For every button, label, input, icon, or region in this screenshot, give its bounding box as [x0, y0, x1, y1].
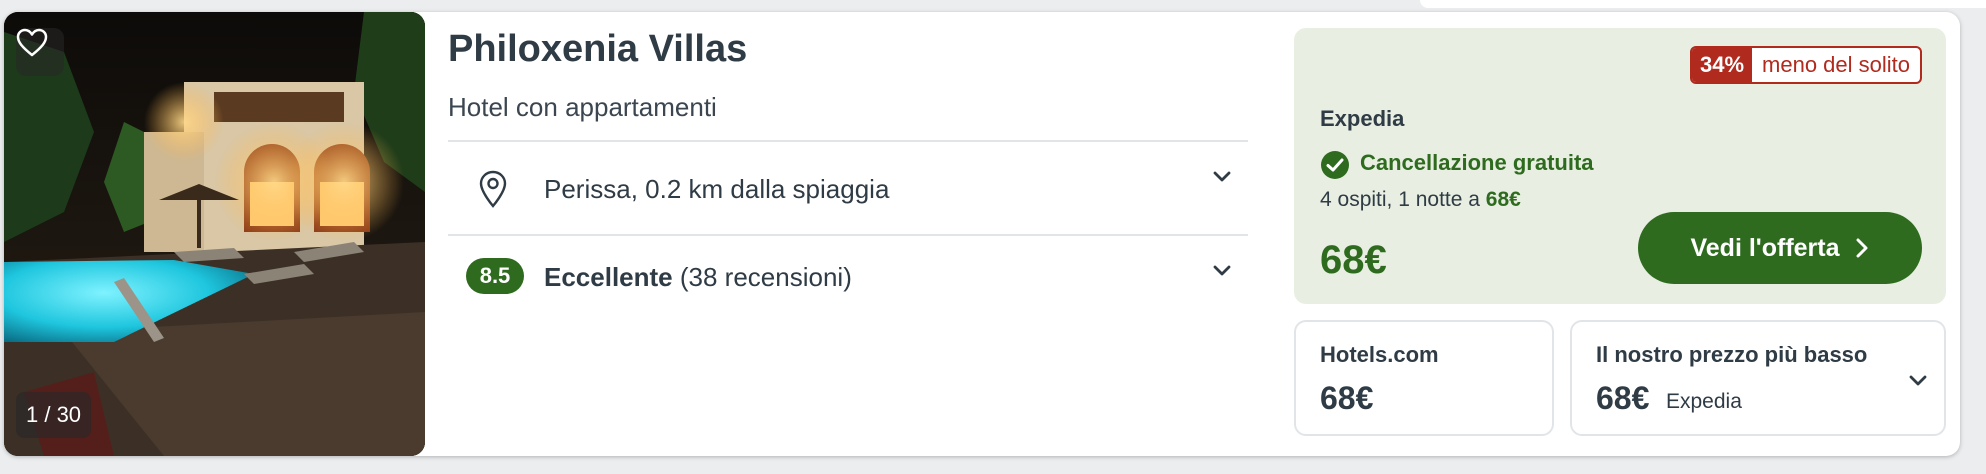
guests-text: 4 ospiti, 1 notte a [1320, 188, 1480, 211]
location-text: Perissa, 0.2 km dalla spiaggia [544, 174, 890, 204]
offer-price: 68€ [1320, 238, 1387, 282]
location-pin-icon [479, 170, 507, 208]
favorite-button[interactable] [16, 28, 64, 76]
top-strip [1420, 0, 1986, 8]
view-offer-label: Vedi l'offerta [1690, 233, 1840, 262]
hotel-type: Hotel con appartamenti [448, 92, 717, 122]
alt-title: Il nostro prezzo più basso [1596, 342, 1868, 367]
alt-price: 68€ [1596, 380, 1650, 416]
location-row[interactable]: Perissa, 0.2 km dalla spiaggia [448, 140, 1248, 234]
deal-percent: 34% [1691, 48, 1753, 82]
rating-badge: 8.5 [466, 258, 524, 294]
chevron-down-icon[interactable] [1210, 258, 1234, 282]
free-cancellation: Cancellazione gratuita [1360, 150, 1594, 175]
alt-offer-hotels-com[interactable]: Hotels.com 68€ [1294, 320, 1554, 436]
view-offer-button[interactable]: Vedi l'offerta [1638, 212, 1922, 284]
rating-label: Eccellente [544, 262, 673, 292]
deal-text: meno del solito [1762, 52, 1910, 77]
check-circle-icon [1321, 151, 1349, 179]
alt-provider: Expedia [1666, 390, 1742, 413]
reviews-count: (38 recensioni) [679, 262, 852, 292]
chevron-down-icon[interactable] [1210, 164, 1234, 188]
alt-offer-lowest-price[interactable]: Il nostro prezzo più basso 68€ Expedia [1570, 320, 1946, 436]
reviews-row[interactable]: 8.5 Eccellente (38 recensioni) [448, 234, 1248, 328]
hotel-photo[interactable]: 1 / 30 [4, 12, 425, 456]
hotel-photo-image [4, 12, 425, 456]
offer-provider: Expedia [1320, 106, 1405, 131]
hotel-card[interactable]: 1 / 30 Philoxenia Villas Hotel con appar… [4, 12, 1960, 456]
deal-badge: 34% meno del solito [1689, 46, 1922, 84]
chevron-down-icon[interactable] [1906, 368, 1930, 392]
heart-icon [16, 28, 48, 57]
alt-provider: Hotels.com [1320, 342, 1439, 367]
guests-price: 68€ [1485, 188, 1521, 211]
hotel-info: Philoxenia Villas Hotel con appartamenti… [448, 12, 1248, 456]
best-offer-panel[interactable]: 34% meno del solito Expedia Cancellazion… [1294, 28, 1946, 304]
rating-text: Eccellente (38 recensioni) [544, 262, 852, 293]
alt-price: 68€ [1320, 380, 1374, 416]
hotel-name[interactable]: Philoxenia Villas [448, 28, 747, 71]
chevron-right-icon [1856, 238, 1868, 258]
photo-counter: 1 / 30 [16, 392, 92, 438]
guests-summary: 4 ospiti, 1 notte a 68€ [1320, 188, 1521, 212]
